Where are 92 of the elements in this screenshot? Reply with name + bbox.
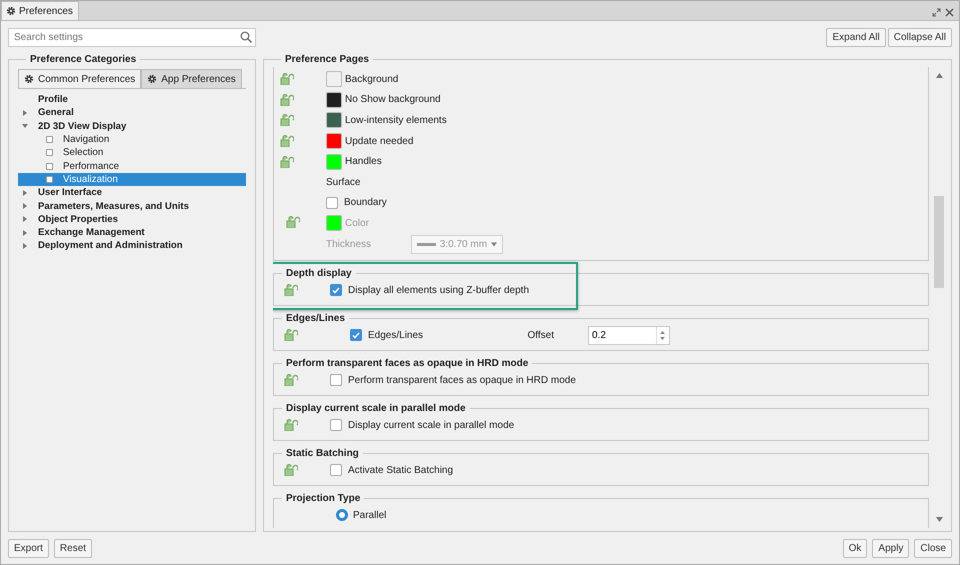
color-swatch[interactable] — [326, 71, 342, 88]
setting-label: Background — [345, 74, 398, 85]
color-swatch[interactable] — [326, 133, 342, 150]
lock-icon — [284, 374, 298, 386]
category-tab[interactable]: Common Preferences — [18, 69, 142, 88]
scrollbar-thumb[interactable] — [934, 196, 944, 288]
tree-item[interactable]: Profile — [38, 94, 68, 106]
setting-label: Low-intensity elements — [345, 114, 447, 126]
tree-item[interactable]: Object Properties — [38, 214, 118, 225]
maximize-icon[interactable] — [932, 8, 941, 17]
category-tab[interactable]: App Preferences — [141, 69, 242, 88]
collapsed-arrow-icon[interactable] — [22, 110, 28, 116]
checkbox[interactable] — [330, 464, 342, 476]
tree-item[interactable]: Visualization — [18, 172, 246, 186]
dialog-button[interactable]: Ok — [842, 539, 868, 558]
tab-label: App Preferences — [161, 74, 236, 84]
toolbar-button[interactable]: Collapse All — [888, 28, 952, 46]
tree-item[interactable]: Selection — [18, 146, 246, 160]
panel-title: Preference Pages — [284, 54, 370, 65]
lock-icon — [280, 94, 294, 106]
lock-icon — [280, 73, 294, 86]
group-title: Edges/Lines — [285, 313, 346, 324]
tab-label: Common Preferences — [38, 74, 136, 84]
option-label: Activate Static Batching — [348, 464, 454, 476]
tree-item[interactable]: Performance — [18, 159, 246, 173]
window-tab[interactable]: Preferences — [1, 1, 79, 20]
section-label: Surface — [326, 176, 360, 188]
lock-icon — [286, 216, 300, 228]
panel-title: Preference Categories — [29, 54, 138, 65]
setting-label: No Show background — [345, 94, 441, 106]
search-icon — [240, 30, 252, 42]
collapsed-arrow-icon[interactable] — [22, 230, 28, 236]
group-title: Perform transparent faces as opaque in HRD mode — [285, 358, 530, 370]
lock-icon — [284, 329, 298, 342]
gear-icon — [6, 6, 16, 16]
expanded-arrow-icon[interactable] — [22, 123, 28, 130]
scroll-up-icon[interactable] — [936, 73, 942, 78]
lock-icon — [280, 156, 294, 168]
dialog-button[interactable]: Export — [8, 539, 49, 558]
tree-item[interactable]: Exchange Management — [38, 227, 145, 238]
checkbox[interactable] — [330, 374, 342, 386]
tree-item[interactable]: General — [38, 107, 74, 118]
collapsed-arrow-icon[interactable] — [22, 216, 28, 222]
setting-label: Thickness — [326, 238, 372, 250]
tree-item[interactable]: User Interface — [38, 187, 102, 198]
color-swatch[interactable] — [326, 154, 342, 170]
checkbox[interactable] — [350, 329, 362, 342]
option-label: Display all elements using Z-buffer depth — [348, 284, 530, 296]
gear-icon — [24, 74, 34, 84]
setting-label: Handles — [345, 156, 382, 168]
group-title: Depth display — [285, 268, 353, 280]
checkbox[interactable] — [330, 284, 342, 296]
lock-icon — [284, 284, 298, 296]
collapsed-arrow-icon[interactable] — [22, 242, 28, 249]
offset-label: Offset — [528, 330, 554, 341]
window-title: Preferences — [19, 6, 73, 16]
group-title: Static Batching — [285, 448, 360, 460]
collapsed-arrow-icon[interactable] — [22, 190, 28, 196]
lock-icon — [284, 419, 298, 432]
setting-label: Color — [345, 218, 369, 229]
color-swatch[interactable] — [326, 92, 342, 108]
checkbox[interactable] — [326, 196, 338, 209]
close-icon[interactable] — [945, 8, 954, 17]
scroll-down-icon[interactable] — [936, 517, 942, 522]
offset-field[interactable]: 0.2 — [588, 326, 670, 345]
caret-icon — [491, 242, 498, 247]
setting-label: Boundary — [344, 197, 387, 208]
tree-item[interactable]: Parameters, Measures, and Units — [38, 200, 189, 212]
line-icon — [417, 242, 436, 246]
tree-item[interactable]: Navigation — [18, 132, 246, 146]
gear-icon — [147, 74, 158, 84]
toolbar-button[interactable]: Expand All — [826, 28, 886, 46]
radio-button[interactable] — [336, 509, 348, 522]
tree-item[interactable]: 2D 3D View Display — [38, 120, 126, 132]
lock-icon — [280, 114, 294, 126]
dialog-button[interactable]: Reset — [54, 539, 92, 558]
collapsed-arrow-icon[interactable] — [22, 203, 28, 210]
lock-icon — [284, 464, 298, 476]
tree-item[interactable]: Deployment and Administration — [38, 240, 183, 252]
option-label: Edges/Lines — [368, 330, 424, 341]
dialog-button[interactable]: Apply — [872, 539, 910, 558]
option-label: Perform transparent faces as opaque in HRD mode — [348, 374, 576, 386]
color-swatch[interactable] — [326, 112, 342, 128]
option-label: Parallel — [353, 510, 386, 521]
setting-label: Update needed — [345, 136, 414, 147]
checkbox[interactable] — [330, 419, 342, 432]
search-field[interactable]: Search settings — [8, 28, 256, 46]
option-label: Display current scale in parallel mode — [348, 420, 514, 431]
dialog-button[interactable]: Close — [914, 539, 952, 558]
group-title: Projection Type — [285, 493, 362, 504]
lock-icon — [280, 135, 294, 148]
group-title: Display current scale in parallel mode — [285, 403, 467, 414]
